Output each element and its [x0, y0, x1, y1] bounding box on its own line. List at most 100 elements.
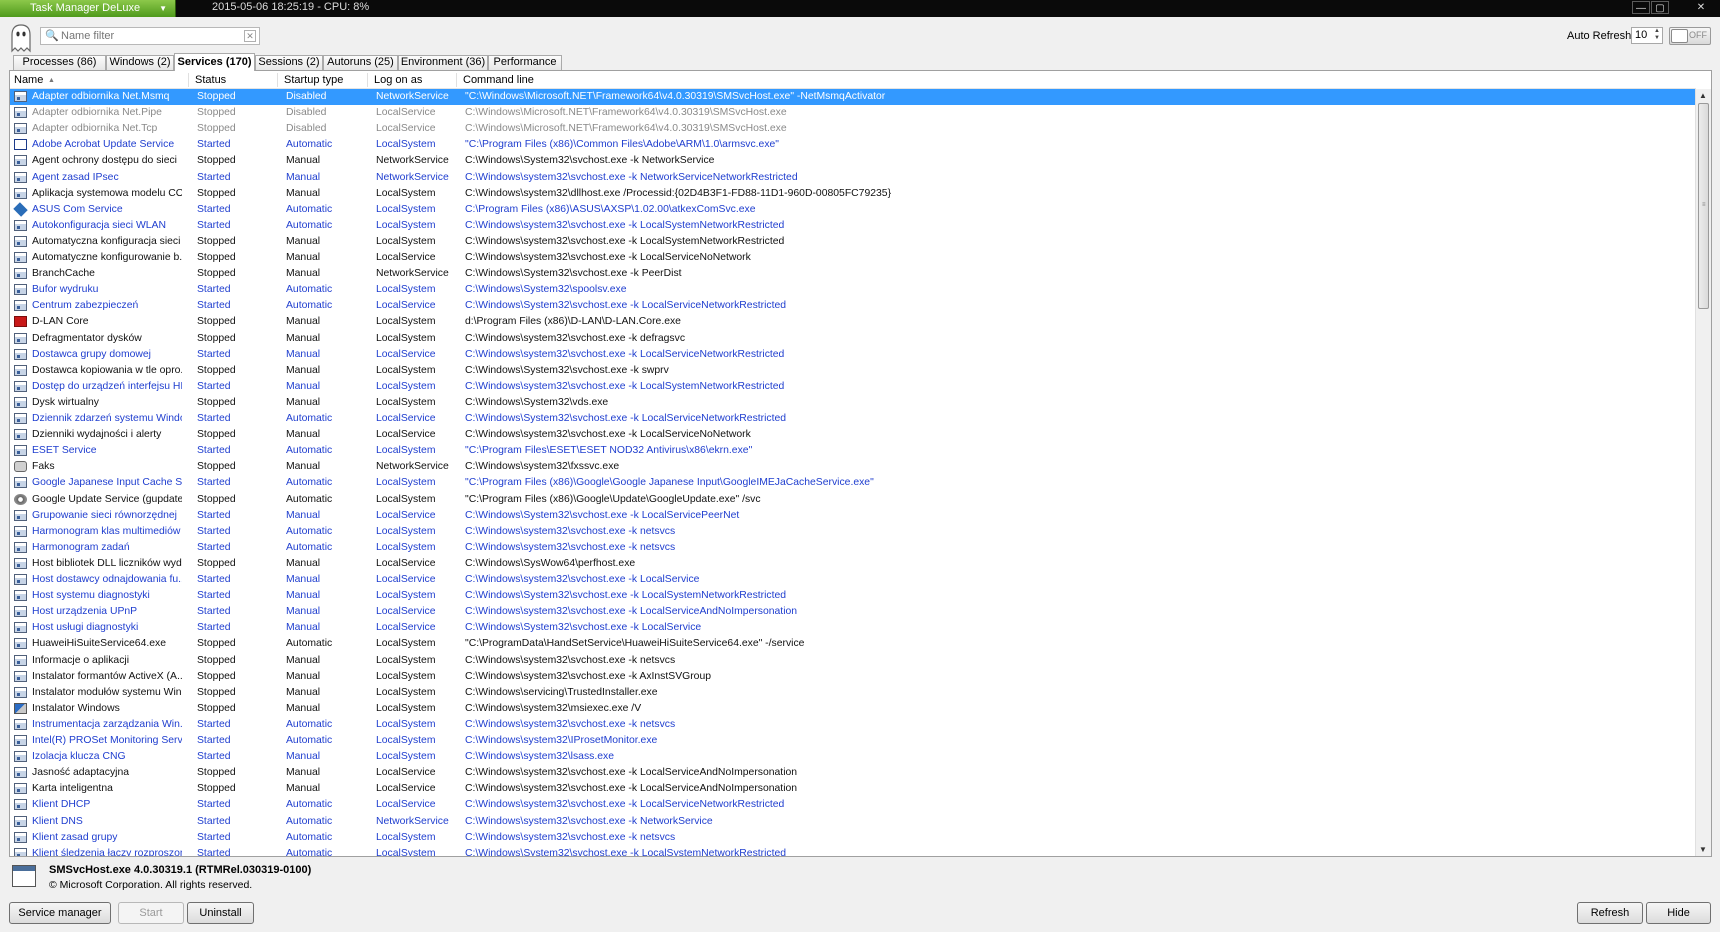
- auto-refresh-interval-spinner[interactable]: 10 ▲ ▼: [1631, 27, 1663, 44]
- service-row[interactable]: Dziennik zdarzeń systemu Windows Started A…: [10, 411, 1696, 427]
- service-row[interactable]: Grupowanie sieci równorzędnej Started Manu…: [10, 508, 1696, 524]
- app-menu-button[interactable]: Task Manager DeLuxe ▼: [0, 0, 176, 17]
- service-row[interactable]: Intel(R) PROSet Monitoring Service Starte…: [10, 733, 1696, 749]
- service-name: Dzienniki wydajności i alerty: [32, 429, 162, 441]
- service-startup-type: Manual: [286, 461, 321, 473]
- service-row[interactable]: ASUS Com Service Started Automatic LocalSys…: [10, 201, 1696, 218]
- service-row[interactable]: Harmonogram zadań Started Automatic LocalSy…: [10, 540, 1696, 556]
- service-row[interactable]: Automatyczna konfiguracja sieci ... Stopp…: [10, 234, 1696, 250]
- service-status: Stopped: [197, 686, 236, 698]
- service-row[interactable]: Centrum zabezpieczeń Started Automatic Loca…: [10, 298, 1696, 314]
- service-row[interactable]: Instrumentacja zarządzania Win... Started…: [10, 717, 1696, 733]
- service-row[interactable]: Adobe Acrobat Update Service Started Autom…: [10, 137, 1696, 153]
- service-row[interactable]: Automatyczne konfigurowanie b... Stopped M…: [10, 250, 1696, 266]
- service-status: Stopped: [197, 107, 236, 119]
- tab-performance[interactable]: Performance: [488, 55, 562, 70]
- service-row[interactable]: Bufor wydruku Started Automatic LocalSystem…: [10, 282, 1696, 298]
- service-row[interactable]: Host urządzenia UPnP Started Manual LocalSe…: [10, 604, 1696, 620]
- service-command-line: C:\Windows\System32\svchost.exe -k PeerD…: [465, 268, 682, 280]
- hide-button[interactable]: Hide: [1646, 902, 1711, 924]
- scroll-down-icon[interactable]: ▼: [1699, 845, 1707, 854]
- name-filter-input[interactable]: [59, 29, 239, 43]
- service-row[interactable]: Google Update Service (gupdate) Stopped Au…: [10, 492, 1696, 508]
- column-status[interactable]: Status: [195, 74, 226, 86]
- service-row[interactable]: Dostawca grupy domowej Started Manual Local…: [10, 347, 1696, 363]
- service-row[interactable]: ESET Service Started Automatic LocalSystem "…: [10, 443, 1696, 459]
- service-row[interactable]: Adapter odbiornika Net.Pipe Stopped Disabl…: [10, 105, 1696, 121]
- service-manager-button[interactable]: Service manager: [9, 902, 111, 924]
- service-row[interactable]: Dostęp do urządzeń interfejsu HID Started…: [10, 379, 1696, 395]
- service-log-on-as: LocalSystem: [376, 284, 436, 296]
- service-startup-type: Automatic: [286, 525, 333, 537]
- tab-windows[interactable]: Windows (2): [106, 55, 174, 70]
- service-row[interactable]: HuaweiHiSuiteService64.exe Stopped Automat…: [10, 636, 1696, 652]
- service-icon: [14, 541, 27, 553]
- column-divider[interactable]: [456, 73, 457, 87]
- service-row[interactable]: Google Japanese Input Cache S... Started A…: [10, 475, 1696, 491]
- service-row[interactable]: Faks Stopped Manual NetworkService C:\Window…: [10, 459, 1696, 475]
- service-command-line: C:\Windows\System32\svchost.exe -k Local…: [465, 413, 787, 424]
- chevron-down-icon: ▼: [159, 4, 167, 13]
- column-startup-type[interactable]: Startup type: [284, 74, 343, 86]
- scroll-up-icon[interactable]: ▲: [1699, 91, 1707, 100]
- service-row[interactable]: Informacje o aplikacji Stopped Manual Local…: [10, 653, 1696, 669]
- service-row[interactable]: Agent ochrony dostępu do sieci Stopped Man…: [10, 153, 1696, 169]
- close-button[interactable]: ✕: [1690, 1, 1712, 14]
- service-row[interactable]: Jasność adaptacyjna Stopped Manual LocalSer…: [10, 765, 1696, 781]
- service-row[interactable]: Instalator Windows Stopped Manual LocalSyst…: [10, 701, 1696, 717]
- scrollbar-thumb[interactable]: ≡: [1698, 103, 1709, 309]
- service-row[interactable]: Adapter odbiornika Net.Msmq Stopped Disabl…: [10, 89, 1696, 105]
- service-row[interactable]: Karta inteligentna Stopped Manual LocalServ…: [10, 781, 1696, 797]
- spin-down-icon[interactable]: ▼: [1652, 35, 1662, 42]
- tab-sessions[interactable]: Sessions (2): [255, 55, 323, 70]
- service-row[interactable]: Adapter odbiornika Net.Tcp Stopped Disable…: [10, 121, 1696, 137]
- tab-processes[interactable]: Processes (86): [13, 55, 106, 70]
- service-log-on-as: LocalSystem: [376, 187, 436, 199]
- service-status: Started: [197, 590, 231, 602]
- service-row[interactable]: Klient DHCP Started Automatic LocalService C…: [10, 797, 1696, 813]
- service-row[interactable]: Aplikacja systemowa modelu CO... Stopped M…: [10, 186, 1696, 202]
- service-row[interactable]: Klient śledzenia łączy rozproszon... Star…: [10, 846, 1696, 856]
- service-log-on-as: LocalService: [376, 783, 436, 795]
- service-row[interactable]: Harmonogram klas multimediów Started Autom…: [10, 524, 1696, 540]
- uninstall-button[interactable]: Uninstall: [187, 902, 254, 924]
- maximize-button[interactable]: ▢: [1651, 1, 1669, 14]
- spin-up-icon[interactable]: ▲: [1652, 28, 1662, 35]
- column-divider[interactable]: [367, 73, 368, 87]
- vertical-scrollbar[interactable]: ▲ ≡ ▼: [1695, 89, 1711, 856]
- service-command-line: C:\Windows\system32\svchost.exe -k Local…: [465, 429, 751, 441]
- tab-services[interactable]: Services (170): [174, 53, 255, 71]
- column-name[interactable]: Name: [14, 74, 43, 86]
- service-row[interactable]: Host bibliotek DLL liczników wyda... Stop…: [10, 556, 1696, 572]
- service-row[interactable]: Host usługi diagnostyki Started Manual Loca…: [10, 620, 1696, 636]
- service-row[interactable]: Instalator modułów systemu Win... Stopped…: [10, 685, 1696, 701]
- auto-refresh-toggle[interactable]: OFF: [1669, 27, 1711, 45]
- column-log-on-as[interactable]: Log on as: [374, 74, 422, 86]
- service-row[interactable]: Klient DNS Started Automatic NetworkService…: [10, 814, 1696, 830]
- minimize-button[interactable]: —: [1632, 1, 1650, 14]
- column-command-line[interactable]: Command line: [463, 74, 534, 86]
- tab-autoruns[interactable]: Autoruns (25): [323, 55, 398, 70]
- service-row[interactable]: Klient zasad grupy Started Automatic LocalS…: [10, 830, 1696, 846]
- service-row[interactable]: Autokonfiguracja sieci WLAN Started Automa…: [10, 218, 1696, 234]
- service-row[interactable]: Agent zasad IPsec Started Manual NetworkSer…: [10, 170, 1696, 186]
- service-row[interactable]: Defragmentator dysków Stopped Manual LocalS…: [10, 331, 1696, 347]
- service-row[interactable]: Instalator formantów ActiveX (A... Stoppe…: [10, 669, 1696, 685]
- service-row[interactable]: Izolacja klucza CNG Started Manual LocalSys…: [10, 749, 1696, 765]
- service-row[interactable]: Dzienniki wydajności i alerty Stopped Manu…: [10, 427, 1696, 443]
- service-row[interactable]: Dysk wirtualny Stopped Manual LocalSystem C:…: [10, 395, 1696, 411]
- service-row[interactable]: BranchCache Stopped Manual NetworkService C:…: [10, 266, 1696, 282]
- refresh-button[interactable]: Refresh: [1577, 902, 1643, 924]
- tab-environment[interactable]: Environment (36): [398, 55, 488, 70]
- service-command-line: C:\Windows\system32\svchost.exe -k netsv…: [465, 718, 676, 730]
- clear-filter-button[interactable]: ✕: [244, 30, 256, 42]
- column-divider[interactable]: [277, 73, 278, 87]
- service-row[interactable]: D-LAN Core Stopped Manual LocalSystem d:\Pro…: [10, 314, 1696, 330]
- service-row[interactable]: Host systemu diagnostyki Started Manual Loc…: [10, 588, 1696, 604]
- start-button[interactable]: Start: [118, 902, 184, 924]
- service-row[interactable]: Host dostawcy odnajdowania fu... Started M…: [10, 572, 1696, 588]
- service-name: Host usługi diagnostyki: [32, 622, 139, 634]
- column-divider[interactable]: [188, 73, 189, 87]
- service-icon: [14, 155, 27, 167]
- service-row[interactable]: Dostawca kopiowania w tle opro... Stopped…: [10, 363, 1696, 379]
